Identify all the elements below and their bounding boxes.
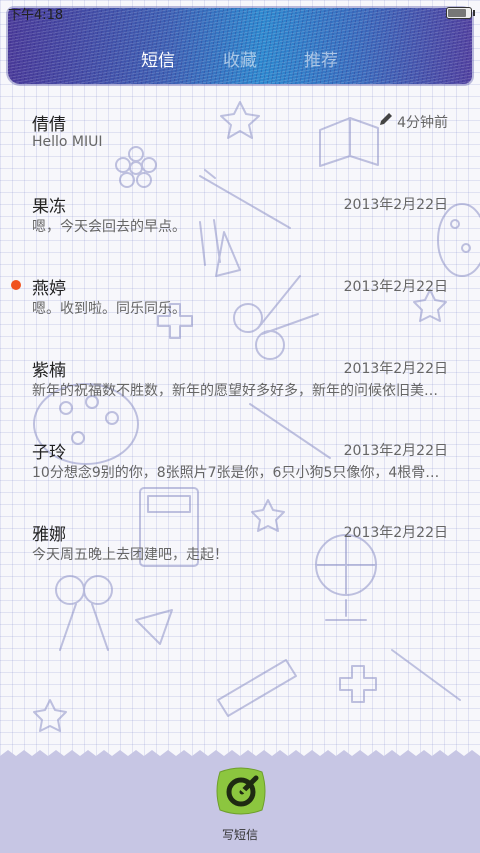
conversation-item[interactable]: 果冻 2013年2月22日 嗯，今天会回去的早点。: [0, 178, 480, 258]
tab-bar: 短信 收藏 推荐: [0, 37, 480, 77]
compose-icon[interactable]: [212, 762, 270, 820]
tab-recommended[interactable]: 推荐: [281, 46, 361, 71]
battery-icon: [446, 7, 475, 19]
message-preview: 嗯。收到啦。同乐同乐。: [32, 301, 186, 317]
compose-label: 写短信: [221, 828, 258, 842]
unread-dot-icon: [11, 280, 21, 290]
status-time: 下午4:18: [8, 8, 64, 23]
conversation-item[interactable]: 雅娜 2013年2月22日 今天周五晚上去团建吧，走起！: [0, 506, 480, 586]
message-time: 2013年2月22日: [343, 443, 448, 459]
message-time: 2013年2月22日: [343, 361, 448, 377]
contact-name: 子玲: [32, 443, 66, 463]
conversation-item[interactable]: 燕婷 2013年2月22日 嗯。收到啦。同乐同乐。: [0, 260, 480, 340]
message-preview: 嗯，今天会回去的早点。: [32, 219, 186, 235]
contact-name: 紫楠: [32, 361, 66, 381]
bottom-bar: 写短信: [0, 748, 480, 853]
conversation-item[interactable]: 倩倩 4分钟前 Hello MIUI: [0, 96, 480, 176]
contact-name: 倩倩: [32, 115, 66, 135]
battery-level: [448, 9, 466, 17]
message-preview: 今天周五晚上去团建吧，走起！: [32, 547, 228, 563]
draft-pencil-icon: [380, 113, 392, 125]
torn-edge: [0, 750, 480, 762]
message-preview: 新年的祝福数不胜数，新年的愿望好多好多，新年的问候依旧美好…: [32, 383, 448, 399]
message-time: 2013年2月22日: [343, 525, 448, 541]
message-preview: 10分想念9别的你，8张照片7张是你，6只小狗5只像你，4根骨头…: [32, 465, 448, 481]
message-preview: Hello MIUI: [32, 134, 103, 150]
conversation-item[interactable]: 子玲 2013年2月22日 10分想念9别的你，8张照片7张是你，6只小狗5只像…: [0, 424, 480, 504]
tab-sms[interactable]: 短信: [118, 46, 198, 71]
status-bar: 下午4:18: [0, 0, 480, 24]
sms-screen: 下午4:18 短信 收藏 推荐 倩倩 4分钟前 Hello MIUI 果冻 20…: [0, 0, 480, 853]
conversation-item[interactable]: 紫楠 2013年2月22日 新年的祝福数不胜数，新年的愿望好多好多，新年的问候依…: [0, 342, 480, 422]
contact-name: 燕婷: [32, 279, 66, 299]
contact-name: 雅娜: [32, 525, 66, 545]
tab-favorites[interactable]: 收藏: [200, 46, 280, 71]
message-time: 4分钟前: [397, 115, 448, 131]
message-time: 2013年2月22日: [343, 279, 448, 295]
message-time: 2013年2月22日: [343, 197, 448, 213]
contact-name: 果冻: [32, 197, 66, 217]
